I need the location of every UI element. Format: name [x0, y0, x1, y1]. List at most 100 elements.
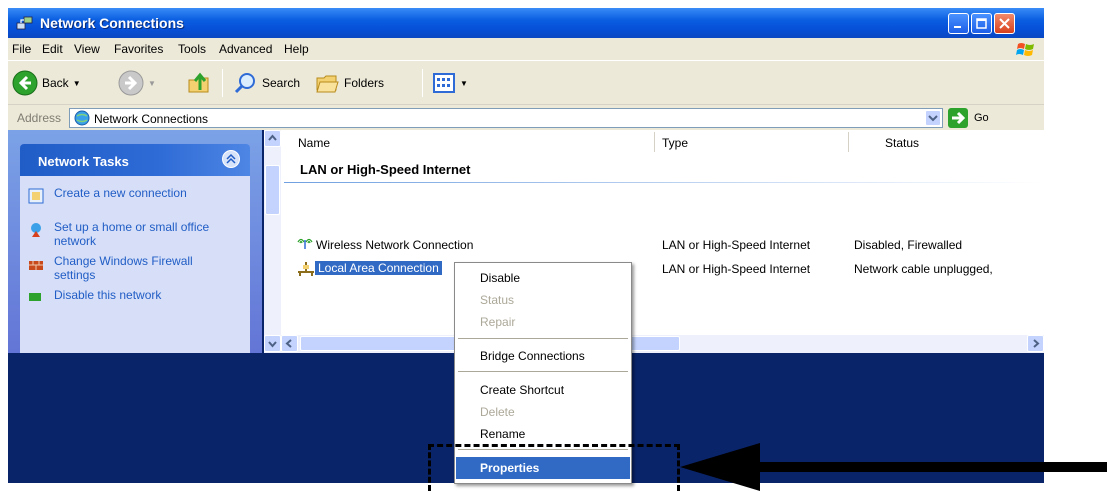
go-button[interactable]: Go — [974, 112, 989, 124]
address-bar: Address Network Connections Go — [8, 104, 1044, 130]
menu-view[interactable]: View — [74, 42, 100, 56]
scroll-left-button[interactable] — [281, 335, 298, 352]
back-button[interactable]: Back ▼ — [12, 69, 81, 97]
title-bar[interactable]: Network Connections — [8, 8, 1044, 38]
column-header-type[interactable]: Type — [662, 136, 688, 150]
double-chevron-up-icon — [226, 153, 236, 164]
back-arrow-icon — [12, 70, 38, 96]
views-icon — [433, 73, 455, 93]
up-folder-button[interactable] — [186, 69, 212, 97]
lan-connection-icon — [298, 262, 314, 276]
home-network-icon — [31, 223, 41, 237]
task-firewall-settings[interactable]: Change Windows Firewall settings — [54, 254, 234, 282]
menu-separator — [458, 371, 628, 372]
windows-logo-icon — [1016, 43, 1034, 56]
horizontal-scrollbar[interactable] — [264, 335, 1044, 353]
connection-name[interactable]: Wireless Network Connection — [316, 238, 473, 252]
folders-button[interactable]: Folders — [314, 69, 384, 97]
back-dropdown-icon[interactable]: ▼ — [73, 79, 81, 88]
vertical-scrollbar[interactable] — [264, 130, 281, 335]
menu-tools[interactable]: Tools — [178, 42, 206, 56]
folders-label: Folders — [344, 76, 385, 90]
menu-help[interactable]: Help — [284, 42, 309, 56]
go-arrow-icon[interactable] — [948, 108, 968, 128]
disable-network-icon — [29, 293, 41, 301]
menu-advanced[interactable]: Advanced — [219, 42, 272, 56]
highlight-dashed-box — [428, 444, 680, 491]
connection-type: LAN or High-Speed Internet — [662, 262, 811, 276]
close-button[interactable] — [994, 13, 1015, 34]
forward-button[interactable]: ▼ — [118, 69, 156, 97]
network-tasks-header[interactable]: Network Tasks — [20, 144, 250, 176]
standard-toolbar: Back ▼ ▼ Search Folders ▼ — [8, 60, 1044, 104]
wireless-icon — [297, 238, 313, 249]
views-button[interactable]: ▼ — [432, 69, 468, 97]
connection-status: Disabled, Firewalled — [854, 238, 963, 252]
connection-name-selected[interactable]: Local Area Connection — [315, 261, 442, 275]
network-tasks-list: Create a new connection Set up a home or… — [20, 176, 250, 353]
window-title: Network Connections — [40, 15, 184, 31]
new-connection-icon — [28, 188, 44, 204]
task-home-network[interactable]: Set up a home or small office network — [54, 220, 234, 248]
close-icon — [999, 18, 1010, 29]
address-input[interactable]: Network Connections — [69, 108, 943, 128]
toolbar-separator — [422, 69, 423, 97]
pointer-arrow-icon — [680, 443, 1107, 491]
column-header-name[interactable]: Name — [298, 136, 330, 150]
connection-status: Network cable unplugged, — [854, 262, 993, 276]
menu-item-status: Status — [480, 293, 515, 307]
maximize-button[interactable] — [971, 13, 992, 34]
chevron-down-icon — [268, 341, 277, 348]
scroll-up-button[interactable] — [264, 130, 281, 147]
forward-arrow-icon — [118, 70, 144, 96]
minimize-icon — [954, 26, 961, 28]
search-label: Search — [262, 76, 301, 90]
column-separator[interactable] — [654, 132, 655, 152]
collapse-button[interactable] — [222, 150, 240, 168]
firewall-icon — [29, 261, 43, 270]
network-tasks-title: Network Tasks — [38, 154, 129, 169]
task-disable-network[interactable]: Disable this network — [54, 288, 234, 302]
folders-icon — [316, 75, 339, 93]
forward-dropdown-icon[interactable]: ▼ — [148, 79, 156, 88]
menu-item-disable[interactable]: Disable — [456, 267, 630, 289]
task-create-connection[interactable]: Create a new connection — [54, 186, 234, 200]
column-separator[interactable] — [848, 132, 849, 152]
search-button[interactable]: Search — [232, 69, 300, 97]
network-globe-icon — [74, 110, 90, 126]
menu-item-delete: Delete — [480, 405, 515, 419]
maximize-icon — [976, 18, 987, 29]
menu-item-bridge-connections[interactable]: Bridge Connections — [456, 345, 630, 367]
scroll-corner-button[interactable] — [264, 335, 281, 352]
group-header: LAN or High-Speed Internet — [300, 162, 471, 177]
task-pane: Network Tasks Create a new connection Se… — [8, 130, 262, 353]
back-label: Back — [42, 76, 69, 90]
menu-separator — [458, 338, 628, 339]
minimize-button[interactable] — [948, 13, 969, 34]
network-connections-icon — [16, 16, 33, 30]
scroll-right-button[interactable] — [1027, 335, 1044, 352]
connections-list-view: Name Type Status LAN or High-Speed Inter… — [264, 130, 1044, 353]
up-folder-icon — [188, 72, 209, 93]
menu-item-create-shortcut[interactable]: Create Shortcut — [456, 379, 630, 401]
chevron-up-icon — [268, 134, 277, 141]
address-value: Network Connections — [94, 112, 209, 126]
chevron-down-icon — [928, 115, 938, 122]
vertical-scroll-thumb[interactable] — [265, 165, 280, 215]
connection-type: LAN or High-Speed Internet — [662, 238, 811, 252]
menu-item-rename[interactable]: Rename — [456, 423, 630, 445]
menu-item-repair: Repair — [480, 315, 516, 329]
chevron-left-icon — [285, 339, 292, 348]
menu-file[interactable]: File — [12, 42, 31, 56]
menu-favorites[interactable]: Favorites — [114, 42, 163, 56]
address-dropdown-button[interactable] — [925, 110, 941, 126]
toolbar-separator — [222, 69, 223, 97]
views-dropdown-icon[interactable]: ▼ — [460, 79, 468, 88]
search-icon — [234, 73, 255, 94]
column-header-status[interactable]: Status — [885, 136, 919, 150]
menu-edit[interactable]: Edit — [42, 42, 63, 56]
chevron-right-icon — [1033, 339, 1040, 348]
group-divider — [284, 182, 1044, 183]
address-label: Address — [17, 111, 62, 125]
menu-bar: File Edit View Favorites Tools Advanced … — [8, 38, 1044, 60]
